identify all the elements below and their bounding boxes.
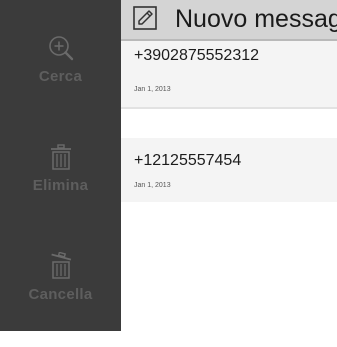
conversation-number: +12125557454	[134, 152, 242, 169]
conversation-item[interactable]: +12125557454 Jan 1, 2013	[121, 138, 337, 202]
conversation-date: Jan 1, 2013	[134, 182, 171, 189]
compose-icon	[133, 6, 157, 30]
header-title: Nuovo messaggio	[175, 5, 337, 33]
delete-button[interactable]: Elimina	[0, 143, 121, 238]
sidebar: Cerca Elimina Cancella	[0, 0, 121, 331]
zoom-in-icon	[48, 36, 73, 61]
clear-button[interactable]: Cancella	[0, 252, 121, 347]
trash-icon	[50, 144, 71, 170]
new-message-header[interactable]: Nuovo messaggio	[121, 0, 337, 41]
delete-label: Elimina	[32, 177, 89, 194]
conversation-date: Jan 1, 2013	[134, 86, 171, 93]
conversation-number: +3902875552312	[134, 47, 260, 64]
trash-open-icon	[50, 252, 71, 279]
search-button[interactable]: Cerca	[0, 34, 121, 129]
conversation-list: +3902875552312 Jan 1, 2013 +12125557454 …	[121, 41, 337, 331]
search-label: Cerca	[38, 68, 83, 85]
clear-label: Cancella	[28, 286, 93, 303]
conversation-item[interactable]: +3902875552312 Jan 1, 2013	[121, 41, 337, 109]
